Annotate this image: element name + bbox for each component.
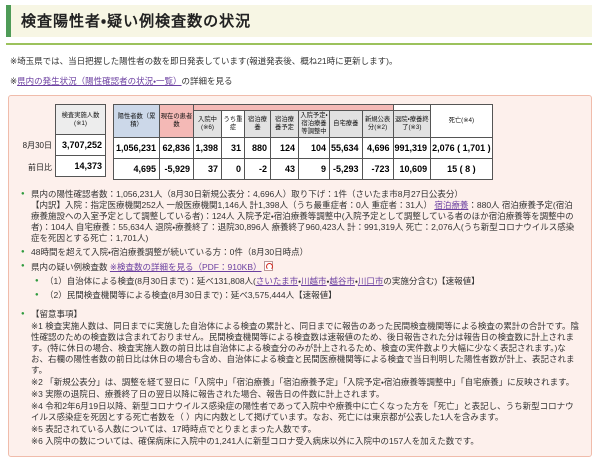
bullet-icon: ● (21, 262, 25, 269)
cell-hospitalized-diff: 37 (193, 157, 222, 180)
status-link-suffix: の詳細を見る (181, 76, 233, 86)
cell-severe-diff: 0 (221, 157, 245, 180)
status-link-line: ※県内の発生状況（陽性確認者の状況・一覧）の詳細を見る (10, 75, 600, 87)
col-header-hotel-care-planned: 宿泊療養予定 (270, 110, 299, 138)
table-row-labels: 8月30日 前日比 (21, 104, 55, 179)
cell-current-patients-day: 62,836 (159, 136, 194, 159)
koshigaya-city-link[interactable]: 越谷市 (329, 276, 355, 286)
positive-status-table: 陽性者数（累積） 現在の患者数 死亡(※4) 入院中(※6) うち重症 宿泊療養… (113, 104, 493, 180)
list-item-48h: ● 48時間を超えて入院・宿泊療養調整が続いている方：0件（8月30日時点） (21, 247, 581, 258)
col-header-hotel-care: 宿泊療養 (244, 110, 271, 138)
cell-positive-total-diff: 4,695 (113, 157, 160, 180)
positive-breakdown-line: 【内訳】入院：指定医療機関252人 一般医療機関1,146人 計1,398人（う… (31, 200, 581, 244)
summary-panel: 8月30日 前日比 検査実施人数(※1) 3,707,252 14,373 陽性… (8, 95, 592, 457)
cell-adjusting-day: 104 (298, 136, 330, 159)
col-header-severe: うち重症 (221, 110, 245, 138)
cell-hospitalized-day: 1,398 (193, 136, 222, 159)
positive-total-line: 県内の陽性確認者数：1,056,231人（8月30日新規公表分：4,696人）取… (31, 188, 463, 199)
cell-tested-diff: 14,373 (55, 155, 106, 177)
test-detail-pdf-link[interactable]: ※検査数の詳細を見る（PDF：910KB） (110, 262, 262, 272)
cell-newly-announced-day: 4,696 (361, 136, 394, 159)
bullet-icon: ● (21, 190, 25, 197)
col-header-deaths: 死亡(※4) (430, 104, 493, 138)
cell-home-care-diff: -5,293 (329, 157, 363, 180)
list-item-suspected-tests: ● 県内の疑い例検査数 ※検査数の詳細を見る（PDF：910KB） (21, 260, 581, 273)
list-item-positive-detail: ● 県内の陽性確認者数：1,056,231人（8月30日新規公表分：4,696人… (21, 189, 581, 244)
cell-newly-announced-diff: -723 (361, 157, 394, 180)
list-item-notes: ● 【留意事項】 ※1 検査実施人数は、同日までに実施した自治体による検査の累計… (21, 309, 581, 447)
col-header-positive-total: 陽性者数（累積） (113, 104, 160, 138)
cell-hotel-care-planned-day: 124 (270, 136, 299, 159)
cell-deaths-diff: 15 ( 8 ) (430, 157, 493, 180)
note-1: ※1 検査実施人数は、同日までに実施した自治体による検査の累計と、同日までに報告… (31, 320, 580, 375)
pdf-icon (263, 260, 273, 271)
summary-list: ● 県内の陽性確認者数：1,056,231人（8月30日新規公表分：4,696人… (21, 189, 581, 447)
suspected-tests-text: 県内の疑い例検査数 (31, 261, 110, 272)
hotel-care-link[interactable]: 宿泊療養 (434, 200, 468, 210)
row-label-diff: 前日比 (28, 163, 52, 172)
cell-severe-day: 31 (221, 136, 245, 159)
48h-text: 48時間を超えて入院・宿泊療養調整が続いている方：0件（8月30日時点） (31, 246, 309, 257)
note-2: ※2 「新規公表分」は、調整を経て翌日に「入院中」「宿泊療養」「宿泊療養予定」「… (31, 376, 575, 387)
municipal-tests-post: の実施分含む)【速報値】 (383, 275, 480, 286)
cell-current-patients-diff: -5,929 (159, 157, 194, 180)
cell-hotel-care-planned-diff: 43 (270, 157, 299, 180)
bullet-icon: ● (35, 291, 39, 298)
cell-hotel-care-diff: -2 (244, 157, 271, 180)
note-3: ※3 実際の退院日、療養終了日の翌日以降に報告された場合、報告日の件数に計上され… (31, 388, 385, 399)
municipal-tests-pre: （1）自治体による検査(8月30日まで)：延べ131,808人( (45, 275, 256, 286)
notes-title: 【留意事項】 (31, 308, 83, 319)
note-6: ※6 入院中の数については、確保病床に入院中の1,241人に新型コロナ受入病床以… (31, 435, 479, 446)
col-header-current-patients: 現在の患者数 (159, 104, 194, 138)
list-item-private-tests: ● （2）民間検査機関等による検査(8月30日まで)：延べ3,575,444人【… (35, 290, 581, 301)
tested-count-table: 検査実施人数(※1) 3,707,252 14,373 (55, 104, 106, 177)
col-header-newly-announced: 新規公表分(※2) (361, 110, 394, 138)
breakdown-text-pre: 【内訳】入院：指定医療機関252人 一般医療機関1,146人 計1,398人（う… (31, 199, 435, 210)
kawagoe-city-link[interactable]: 川越市 (301, 276, 327, 286)
bullet-icon: ● (21, 310, 25, 317)
note-4: ※4 令和2年6月19日以降、新型コロナウイルス感染症の陽性者であって入院中や療… (31, 400, 574, 422)
cell-discharged-diff: 10,609 (392, 157, 432, 180)
title-divider (6, 43, 592, 45)
cell-tested-day: 3,707,252 (55, 134, 106, 156)
cell-deaths-day: 2,076 ( 1,701 ) (430, 136, 493, 159)
saitama-city-link[interactable]: さいたま市 (256, 276, 298, 286)
prefecture-status-link[interactable]: 県内の発生状況（陽性確認者の状況・一覧） (17, 76, 181, 86)
cell-hotel-care-day: 880 (244, 136, 271, 159)
col-header-hospitalized: 入院中(※6) (193, 110, 222, 138)
list-item-municipal-tests: ● （1）自治体による検査(8月30日まで)：延べ131,808人(さいたま市・… (35, 276, 581, 287)
kawaguchi-city-link[interactable]: 川口市 (358, 276, 384, 286)
private-tests-text: （2）民間検査機関等による検査(8月30日まで)：延べ3,575,444人【速報… (45, 289, 337, 300)
cell-home-care-day: 55,634 (329, 136, 363, 159)
page-title: 検査陽性者・疑い例検査数の状況 (6, 5, 592, 37)
row-label-date: 8月30日 (22, 141, 52, 150)
bullet-icon: ● (21, 248, 25, 255)
bullet-icon: ● (35, 277, 39, 284)
cell-positive-total-day: 1,056,231 (113, 136, 160, 159)
cell-discharged-day: 991,319 (392, 136, 432, 159)
status-table-area: 8月30日 前日比 検査実施人数(※1) 3,707,252 14,373 陽性… (21, 104, 581, 180)
col-header-adjusting: 入院予定・宿泊療養等調整中 (298, 110, 330, 138)
col-header-discharged: 退院・療養終了(※3) (392, 110, 432, 138)
note-5: ※5 表記されている人数については、17時時点でとりまとまった人数です。 (31, 423, 317, 434)
cell-adjusting-diff: 9 (298, 157, 330, 180)
col-header-home-care: 自宅療養 (329, 110, 363, 138)
update-note: ※埼玉県では、当日把握した陽性者の数を即日発表しています(報道発表後、概ね21時… (10, 56, 398, 66)
col-header-tested: 検査実施人数(※1) (55, 104, 106, 135)
